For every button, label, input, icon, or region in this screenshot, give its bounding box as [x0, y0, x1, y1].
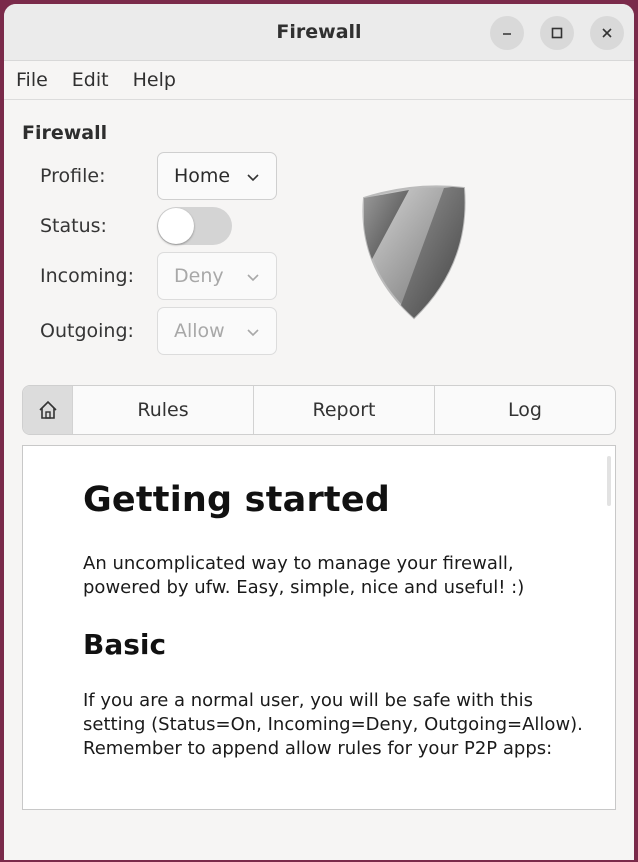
menu-help[interactable]: Help — [131, 69, 188, 91]
toggle-knob — [158, 208, 194, 244]
outgoing-dropdown[interactable]: Allow — [157, 307, 277, 355]
doc-basic-heading: Basic — [83, 628, 167, 661]
maximize-icon — [551, 27, 563, 39]
profile-dropdown[interactable]: Home — [157, 152, 277, 200]
incoming-dropdown[interactable]: Deny — [157, 252, 277, 300]
profile-label: Profile: — [40, 165, 106, 187]
tab-home[interactable] — [23, 386, 73, 434]
chevron-down-icon — [247, 274, 259, 282]
minimize-icon — [503, 33, 511, 35]
firewall-section-title: Firewall — [22, 122, 108, 144]
menu-file[interactable]: File — [14, 69, 60, 91]
doc-basic-text: If you are a normal user, you will be sa… — [83, 690, 583, 759]
doc-intro: An uncomplicated way to manage your fire… — [83, 553, 525, 598]
title-bar[interactable]: Firewall — [4, 4, 634, 61]
scrollbar[interactable] — [607, 456, 611, 506]
outgoing-label: Outgoing: — [40, 320, 134, 342]
status-label: Status: — [40, 215, 107, 237]
status-toggle[interactable] — [157, 207, 232, 245]
app-window: Firewall File Edit Help Firewall Profile… — [4, 4, 634, 860]
chevron-down-icon — [247, 329, 259, 337]
help-content-panel[interactable]: Getting started An uncomplicated way to … — [22, 445, 616, 810]
home-icon — [38, 400, 57, 419]
menu-bar: File Edit Help — [4, 61, 634, 100]
profile-value: Home — [174, 165, 231, 187]
help-document: Getting started An uncomplicated way to … — [83, 480, 583, 789]
tab-rules[interactable]: Rules — [73, 386, 254, 434]
tab-log[interactable]: Log — [435, 386, 615, 434]
outgoing-value: Allow — [174, 320, 225, 342]
incoming-value: Deny — [174, 265, 224, 287]
tab-bar: Rules Report Log — [22, 385, 616, 435]
maximize-button[interactable] — [540, 16, 574, 50]
menu-edit[interactable]: Edit — [70, 69, 121, 91]
doc-heading: Getting started — [83, 480, 391, 520]
shield-icon — [362, 185, 466, 320]
close-icon — [602, 28, 612, 38]
tab-report[interactable]: Report — [254, 386, 435, 434]
incoming-label: Incoming: — [40, 265, 135, 287]
close-button[interactable] — [590, 16, 624, 50]
chevron-down-icon — [247, 174, 259, 182]
minimize-button[interactable] — [490, 16, 524, 50]
